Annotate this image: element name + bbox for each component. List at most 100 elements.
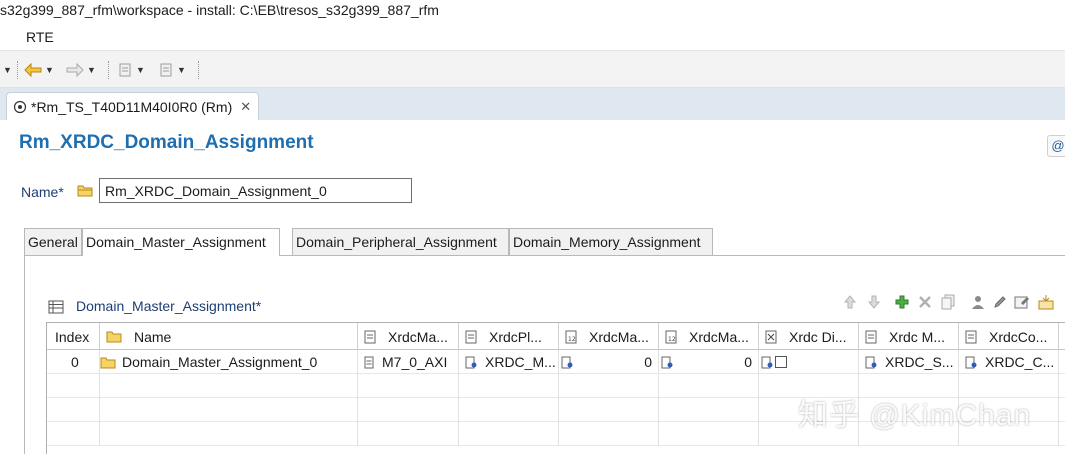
back-dropdown-icon[interactable]: ▼ (45, 65, 54, 75)
action-dropdown-icon[interactable]: ▼ (136, 65, 145, 75)
cell-xrdcma-2[interactable]: 0 (559, 350, 659, 374)
action-dropdown-icon[interactable]: ▼ (177, 65, 186, 75)
link-document-icon (661, 356, 673, 368)
cell-text: XRDC_C... (985, 354, 1055, 370)
toolbar-separator (108, 61, 109, 79)
column-header-xrdcma-1[interactable]: XrdcMa... (358, 323, 459, 350)
document-arrow-icon (119, 63, 131, 77)
cell-xrdcma-1[interactable]: M7_0_AXI (358, 350, 459, 374)
cell-text: M7_0_AXI (382, 354, 448, 370)
name-field[interactable] (99, 178, 412, 203)
empty-cell (659, 374, 759, 398)
document-arrow-icon (160, 63, 172, 77)
toolbar-overflow-dropdown[interactable]: ▼ (0, 60, 12, 80)
column-header-index[interactable]: Index (47, 323, 100, 350)
window-title-bar: s32g399_887_rfm\workspace - install: C:\… (0, 0, 1065, 26)
cell-xrdcpl[interactable]: XRDC_M... (459, 350, 559, 374)
link-document-icon (865, 356, 877, 368)
document-icon (865, 330, 877, 343)
empty-cell (358, 398, 459, 422)
editor-tab-rm[interactable]: *Rm_TS_T40D11M40I0R0 (Rm) ✕ (6, 92, 259, 120)
column-label: XrdcMa... (689, 328, 749, 345)
empty-cell (358, 374, 459, 398)
move-up-icon[interactable] (842, 294, 858, 310)
edit-table-icon[interactable] (1014, 294, 1030, 310)
column-header-name[interactable]: Name (100, 323, 358, 350)
number-document-icon: 12 (565, 330, 577, 343)
user-icon[interactable] (970, 294, 986, 310)
move-down-icon[interactable] (866, 294, 882, 310)
name-label: Name* (21, 184, 64, 200)
editor-tab-bar: *Rm_TS_T40D11M40I0R0 (Rm) ✕ (0, 88, 1065, 120)
empty-cell (100, 374, 358, 398)
menu-bar: RTE (0, 26, 1065, 50)
section-title: Domain_Master_Assignment* (76, 298, 262, 314)
column-label: XrdcMa... (589, 328, 649, 345)
column-header-xrdcpl[interactable]: XrdcPl... (459, 323, 559, 350)
column-label: Xrdc M... (889, 328, 946, 345)
link-document-icon (465, 356, 477, 368)
copy-icon[interactable] (940, 294, 956, 310)
document-icon (364, 356, 374, 368)
column-header-xrdcma-2[interactable]: 12 XrdcMa... (559, 323, 659, 350)
folder-icon (100, 357, 116, 368)
empty-cell (559, 398, 659, 422)
at-sign-icon[interactable]: @ (1047, 135, 1065, 157)
cell-text: XRDC_M... (485, 354, 556, 370)
svg-text:12: 12 (568, 336, 576, 343)
empty-cell (100, 422, 358, 446)
cell-name-text: Domain_Master_Assignment_0 (122, 354, 318, 370)
document-icon (465, 330, 477, 343)
delete-icon[interactable] (918, 295, 932, 309)
edit-icon[interactable] (992, 294, 1008, 310)
toolbar-action-button-2[interactable]: ▼ (158, 60, 186, 80)
back-button[interactable]: ▼ (24, 60, 54, 80)
cell-xrdcma-3[interactable]: 0 (659, 350, 759, 374)
tab-domain-memory-assignment[interactable]: Domain_Memory_Assignment (509, 228, 713, 256)
table-toolbar (842, 293, 1054, 311)
column-label: Index (55, 328, 90, 345)
cell-xrdcco[interactable]: XRDC_C... (959, 350, 1059, 374)
empty-cell (659, 398, 759, 422)
cell-text: 0 (644, 354, 652, 370)
table-row[interactable]: 0 Domain_Master_Assignment_0 M7_0_AXI XR… (47, 350, 1065, 374)
page-title: Rm_XRDC_Domain_Assignment (19, 132, 314, 153)
empty-cell (459, 374, 559, 398)
cell-text: XRDC_S... (885, 354, 954, 370)
toolbar-separator (198, 61, 199, 79)
tab-general[interactable]: General (24, 228, 82, 256)
empty-cell (459, 422, 559, 446)
column-header-xrdcco[interactable]: XrdcCo... (959, 323, 1059, 350)
empty-cell (459, 398, 559, 422)
cell-text: 0 (744, 354, 752, 370)
toolbar-separator (17, 61, 18, 79)
tab-domain-master-assignment[interactable]: Domain_Master_Assignment (82, 228, 280, 257)
cell-index: 0 (47, 350, 100, 374)
column-header-xrdc-di[interactable]: Xrdc Di... (759, 323, 859, 350)
import-icon[interactable] (1038, 294, 1054, 310)
tab-label: General (28, 234, 78, 250)
empty-cell (559, 422, 659, 446)
table-header: Index Name XrdcMa... XrdcPl... 12 XrdcMa… (47, 323, 1065, 350)
enable-checkbox[interactable] (775, 356, 787, 368)
column-label: Name (134, 328, 172, 345)
menu-item-rte[interactable]: RTE (26, 29, 54, 45)
column-header-xrdc-m[interactable]: Xrdc M... (859, 323, 959, 350)
main-toolbar: ▼ ▼ ▼ ▼ ▼ (0, 50, 1065, 88)
empty-cell (47, 422, 100, 446)
forward-button[interactable]: ▼ (66, 60, 96, 80)
config-module-icon (13, 100, 27, 113)
tab-strip: General Domain_Master_Assignment Domain_… (24, 228, 1065, 257)
tab-domain-peripheral-assignment[interactable]: Domain_Peripheral_Assignment (292, 228, 509, 256)
cell-xrdc-m[interactable]: XRDC_S... (859, 350, 959, 374)
close-icon[interactable]: ✕ (240, 99, 251, 115)
toolbar-action-button-1[interactable]: ▼ (117, 60, 145, 80)
folder-icon (77, 184, 93, 200)
link-document-icon (761, 356, 773, 368)
column-label: XrdcCo... (989, 328, 1048, 345)
column-header-xrdcma-3[interactable]: 12 XrdcMa... (659, 323, 759, 350)
forward-dropdown-icon[interactable]: ▼ (87, 65, 96, 75)
cell-name[interactable]: Domain_Master_Assignment_0 (100, 350, 358, 374)
add-icon[interactable] (894, 294, 910, 310)
cell-xrdc-di[interactable] (759, 350, 859, 374)
